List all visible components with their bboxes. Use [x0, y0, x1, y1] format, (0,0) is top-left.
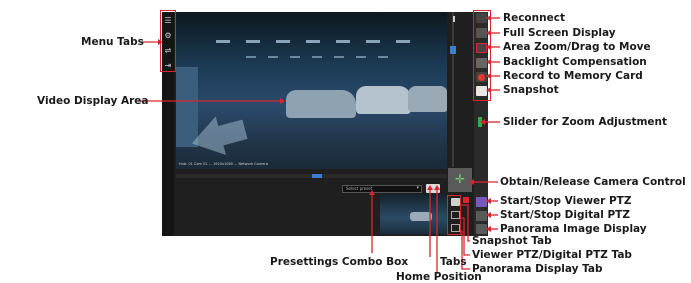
label-tabs: Tabs — [440, 256, 467, 268]
label-snapshot-tab: Snapshot Tab — [472, 235, 552, 247]
label-reconnect: Reconnect — [503, 12, 565, 24]
label-menu-tabs: Menu Tabs — [81, 36, 144, 48]
label-start-stop-digital-ptz: Start/Stop Digital PTZ — [500, 209, 630, 221]
label-snapshot: Snapshot — [503, 84, 559, 96]
label-backlight-compensation: Backlight Compensation — [503, 56, 647, 68]
label-video-display-area: Video Display Area — [37, 95, 149, 107]
label-obtain-release-control: Obtain/Release Camera Control — [500, 176, 686, 188]
label-viewer-digital-ptz-tab: Viewer PTZ/Digital PTZ Tab — [472, 249, 632, 261]
label-area-zoom: Area Zoom/Drag to Move — [503, 41, 651, 53]
label-panorama-image-display: Panorama Image Display — [500, 223, 647, 235]
label-panorama-display-tab: Panorama Display Tab — [472, 263, 603, 275]
label-slider-zoom: Slider for Zoom Adjustment — [503, 116, 668, 128]
label-full-screen-display: Full Screen Display — [503, 27, 616, 39]
label-start-stop-viewer-ptz: Start/Stop Viewer PTZ — [500, 195, 632, 207]
label-presettings-combo-box: Presettings Combo Box — [270, 256, 409, 268]
label-home-position: Home Position — [396, 271, 482, 283]
label-record-to-memory-card: Record to Memory Card — [503, 70, 643, 82]
